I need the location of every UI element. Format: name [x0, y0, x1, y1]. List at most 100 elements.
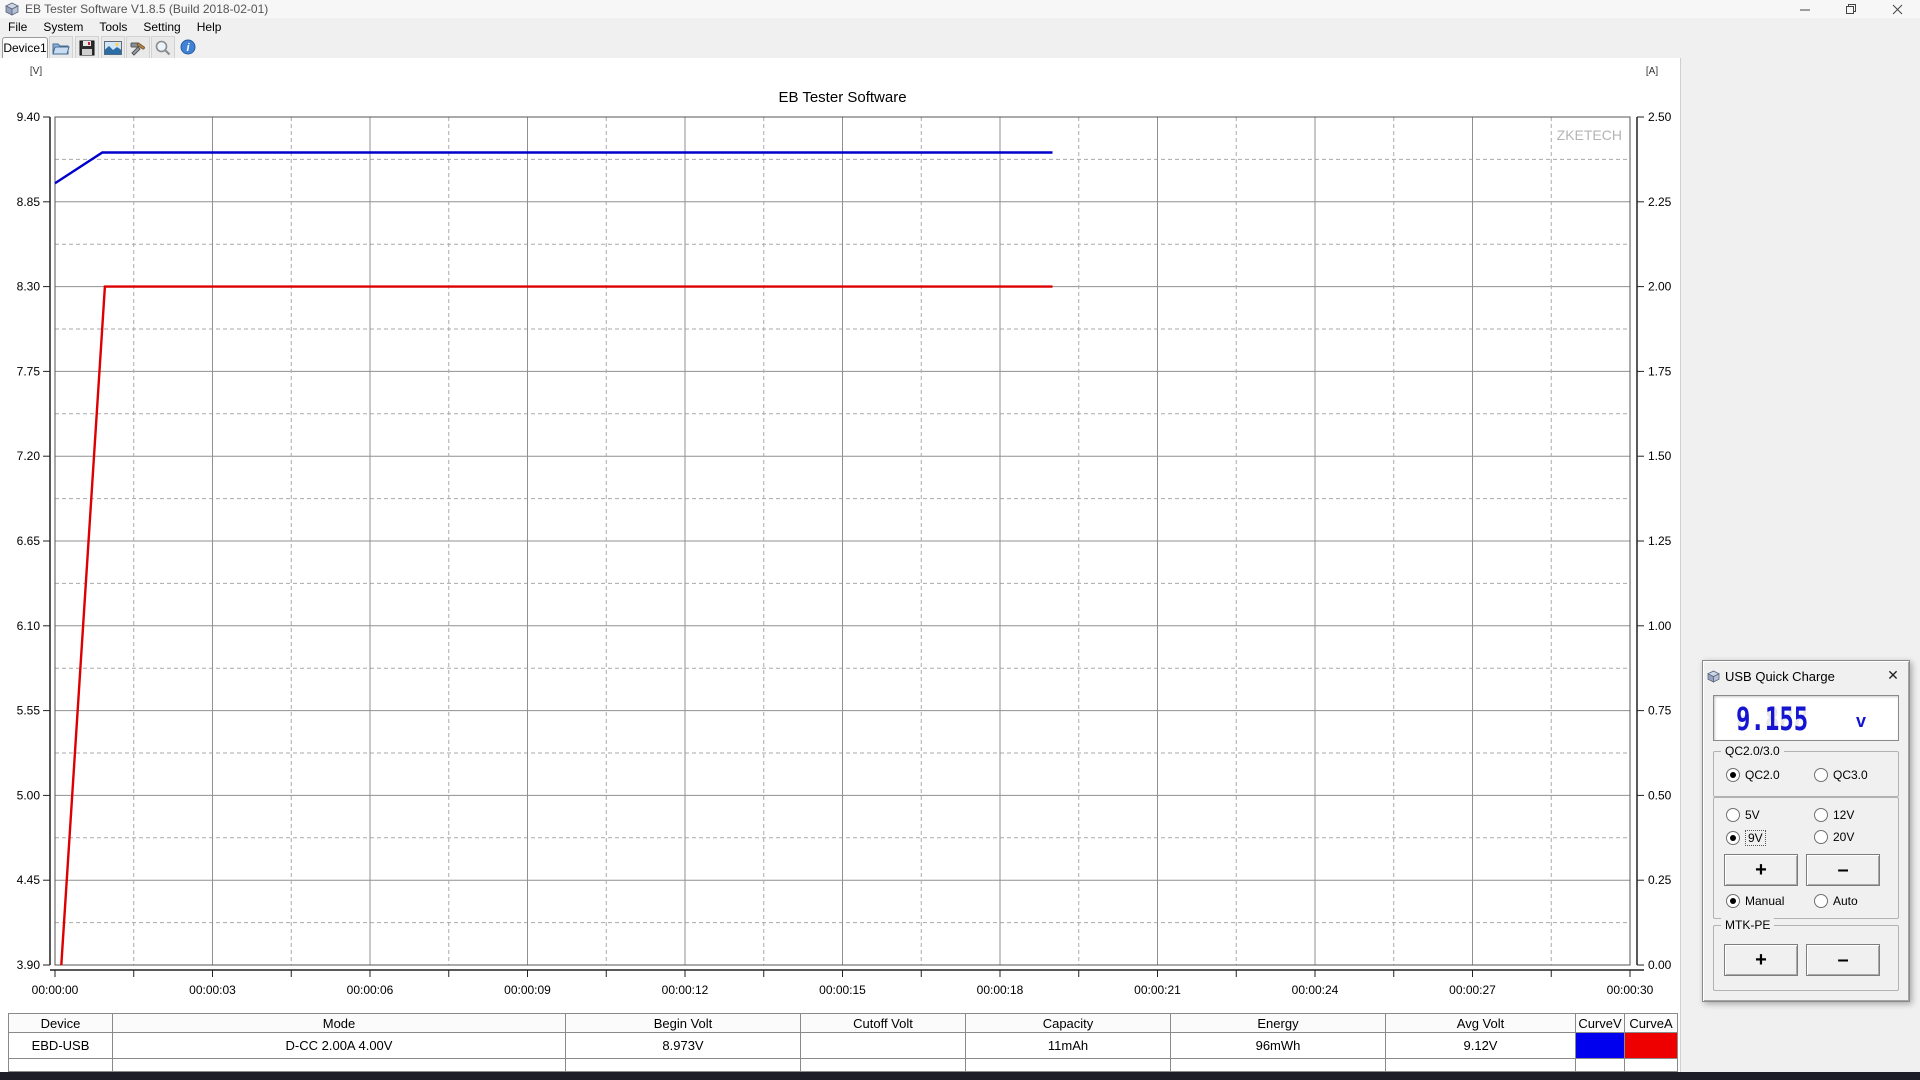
- column-header: CurveV: [1575, 1013, 1625, 1033]
- svg-text:6.10: 6.10: [17, 619, 41, 633]
- svg-text:4.45: 4.45: [17, 873, 41, 887]
- radio-qc30[interactable]: QC3.0: [1814, 768, 1868, 782]
- qc-voltage-display: 8.888 9.155: [1736, 700, 1809, 738]
- chart-grid: [54, 116, 1631, 966]
- svg-text:8.85: 8.85: [17, 195, 41, 209]
- svg-text:00:00:09: 00:00:09: [504, 983, 551, 997]
- eb-tester-window: EB Tester Software V1.8.5 (Build 2018-02…: [0, 0, 1920, 1080]
- table-cell: [965, 1058, 1171, 1072]
- svg-text:00:00:03: 00:00:03: [189, 983, 236, 997]
- table-cell: 11mAh: [965, 1032, 1171, 1059]
- table-cell: [565, 1058, 801, 1072]
- radio-dot-icon: [1726, 831, 1740, 845]
- svg-text:2.50: 2.50: [1648, 110, 1672, 124]
- svg-text:1.25: 1.25: [1648, 534, 1672, 548]
- chart-area: 9.40 8.85 8.30 7.75 7.20 6.65 6.10 5.55 5.00 4.45…: [0, 58, 1680, 1012]
- voltage-current-chart: 9.40 8.85 8.30 7.75 7.20 6.65 6.10 5.55 5.00 4.45…: [17, 66, 1672, 997]
- svg-text:0.75: 0.75: [1648, 704, 1672, 718]
- qc-minus-button[interactable]: –: [1806, 854, 1880, 886]
- usb-quick-charge-dialog: USB Quick Charge ✕ 8.888 9.155 v QC2.0/3.…: [1702, 660, 1910, 1002]
- table-cell: [8, 1058, 113, 1072]
- svg-text:5.00: 5.00: [17, 788, 41, 802]
- save-floppy-icon[interactable]: [75, 36, 99, 60]
- table-cell: [112, 1058, 566, 1072]
- curve-color-swatch: [1575, 1032, 1625, 1059]
- svg-text:00:00:27: 00:00:27: [1449, 983, 1496, 997]
- radio-12v[interactable]: 12V: [1814, 808, 1854, 822]
- menu-tools[interactable]: Tools: [91, 19, 135, 35]
- table-cell: 96mWh: [1170, 1032, 1386, 1059]
- qc-plus-button[interactable]: +: [1724, 854, 1798, 886]
- radio-20v[interactable]: 20V: [1814, 830, 1854, 844]
- radio-auto[interactable]: Auto: [1814, 894, 1858, 908]
- svg-text:[A]: [A]: [1646, 66, 1658, 77]
- waveform-image-icon[interactable]: [101, 36, 125, 60]
- radio-manual[interactable]: Manual: [1726, 894, 1784, 908]
- column-header: Begin Volt: [565, 1013, 801, 1033]
- close-button[interactable]: [1874, 0, 1920, 18]
- svg-text:5.55: 5.55: [17, 704, 41, 718]
- curve-color-swatch: [1624, 1032, 1678, 1059]
- radio-dot-icon: [1726, 808, 1740, 822]
- svg-text:6.65: 6.65: [17, 534, 41, 548]
- radio-qc20[interactable]: QC2.0: [1726, 768, 1780, 782]
- column-header: Mode: [112, 1013, 566, 1033]
- svg-text:00:00:15: 00:00:15: [819, 983, 866, 997]
- mtk-pe-group: MTK-PE + –: [1713, 918, 1899, 991]
- svg-text:00:00:12: 00:00:12: [662, 983, 709, 997]
- qc-dialog-close-icon[interactable]: ✕: [1885, 667, 1901, 683]
- radio-9v[interactable]: 9V: [1726, 830, 1766, 846]
- svg-text:1.75: 1.75: [1648, 364, 1672, 378]
- qc-voltage-display-box: 8.888 9.155 v: [1713, 695, 1899, 741]
- window-title: EB Tester Software V1.8.5 (Build 2018-02…: [25, 2, 269, 16]
- tools-icon[interactable]: [126, 36, 150, 60]
- result-table-area: Device Mode Begin Volt Cutoff Volt Capacity E…: [0, 1012, 1680, 1072]
- device1-tab[interactable]: Device1: [2, 37, 48, 59]
- qc-version-group: QC2.0/3.0 QC2.0 QC3.0: [1713, 744, 1899, 797]
- table-cell: 8.973V: [565, 1032, 801, 1059]
- column-header: Avg Volt: [1385, 1013, 1576, 1033]
- radio-5v[interactable]: 5V: [1726, 808, 1760, 822]
- table-cell: [1575, 1058, 1625, 1072]
- window-bottom-edge: [0, 1072, 1920, 1080]
- qc-version-group-title: QC2.0/3.0: [1721, 744, 1784, 758]
- column-header: CurveA: [1624, 1013, 1678, 1033]
- toolbar: Device1 i: [0, 36, 1920, 60]
- svg-text:00:00:24: 00:00:24: [1292, 983, 1339, 997]
- svg-text:[V]: [V]: [30, 66, 42, 77]
- svg-text:2.25: 2.25: [1648, 195, 1672, 209]
- series-voltage: [54, 151, 1053, 185]
- svg-text:1.50: 1.50: [1648, 449, 1672, 463]
- table-cell: [800, 1058, 966, 1072]
- mtk-minus-button[interactable]: –: [1806, 944, 1880, 976]
- restore-button[interactable]: [1828, 0, 1874, 18]
- svg-text:2.00: 2.00: [1648, 280, 1672, 294]
- menu-help[interactable]: Help: [189, 19, 230, 35]
- minimize-button[interactable]: [1782, 0, 1828, 18]
- svg-text:00:00:00: 00:00:00: [32, 983, 79, 997]
- qc-dialog-titlebar[interactable]: USB Quick Charge: [1707, 665, 1905, 687]
- table-cell: [800, 1032, 966, 1059]
- table-cell: [1170, 1058, 1386, 1072]
- qc-dialog-title: USB Quick Charge: [1725, 668, 1835, 684]
- table-cell: 9.12V: [1385, 1032, 1576, 1059]
- menu-file[interactable]: File: [0, 19, 35, 35]
- menu-system[interactable]: System: [35, 19, 91, 35]
- dialog-cube-icon: [1707, 670, 1720, 683]
- svg-text:ZKETECH: ZKETECH: [1557, 127, 1622, 143]
- table-cell: [1624, 1058, 1678, 1072]
- svg-text:1.00: 1.00: [1648, 619, 1672, 633]
- menu-setting[interactable]: Setting: [135, 19, 188, 35]
- svg-text:0.00: 0.00: [1648, 958, 1672, 972]
- open-folder-icon[interactable]: [49, 36, 73, 60]
- svg-text:00:00:06: 00:00:06: [347, 983, 394, 997]
- chart-axes: 9.40 8.85 8.30 7.75 7.20 6.65 6.10 5.55 5.00 4.45…: [17, 66, 1672, 997]
- svg-text:0.50: 0.50: [1648, 788, 1672, 802]
- column-header: Device: [8, 1013, 113, 1033]
- zoom-magnifier-icon[interactable]: [151, 36, 175, 60]
- radio-dot-icon: [1726, 768, 1740, 782]
- qc-voltage-unit: v: [1856, 711, 1867, 731]
- info-icon[interactable]: i: [177, 36, 199, 58]
- app-cube-icon: [5, 2, 19, 16]
- mtk-plus-button[interactable]: +: [1724, 944, 1798, 976]
